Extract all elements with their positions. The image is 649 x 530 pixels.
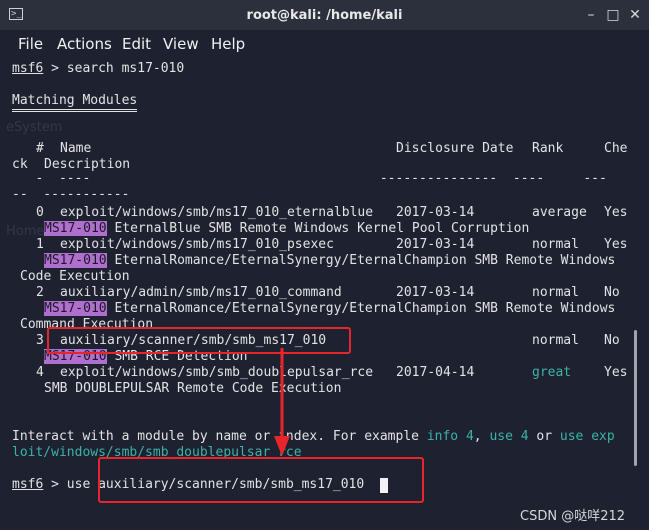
row-date: 2017-03-14 bbox=[396, 237, 475, 252]
example-use-path: use exp bbox=[559, 429, 615, 444]
row-check: Yes bbox=[604, 365, 628, 380]
header-date: Disclosure Date bbox=[396, 141, 514, 156]
row-name: exploit/windows/smb/ms17_010_psexec bbox=[60, 237, 334, 252]
row-description: MS17-010 EternalRomance/EternalSynergy/E… bbox=[44, 253, 616, 268]
row-description: SMB DOUBLEPULSAR Remote Code Execution bbox=[44, 381, 342, 396]
row-date: 2017-03-14 bbox=[396, 285, 475, 300]
row-num: 1 bbox=[36, 237, 44, 252]
header-rank: Rank bbox=[532, 141, 564, 156]
menu-view[interactable]: View bbox=[163, 35, 199, 53]
interact-hint: Interact with a module by name or index.… bbox=[12, 429, 615, 444]
search-highlight: MS17-010 bbox=[44, 301, 107, 316]
desktop-ghost-label: eSystem bbox=[6, 120, 63, 135]
row-rank: great bbox=[532, 365, 572, 380]
row-name: exploit/windows/smb/smb_doublepulsar_rce bbox=[60, 365, 374, 380]
msf-prompt: msf6 bbox=[12, 477, 44, 492]
row-rank: normal bbox=[532, 237, 579, 252]
header-rule: - ---- --------------- ---- --- bbox=[12, 171, 607, 186]
row-check: Yes bbox=[604, 205, 628, 220]
minimize-button[interactable]: – bbox=[582, 6, 600, 24]
scrollbar[interactable] bbox=[634, 330, 637, 466]
row-rank: average bbox=[532, 205, 587, 220]
row-check: Yes bbox=[604, 237, 628, 252]
header-name: Name bbox=[60, 141, 92, 156]
menu-file[interactable]: File bbox=[18, 35, 43, 53]
row-rank: normal bbox=[532, 333, 579, 348]
watermark: CSDN @哒咩212 bbox=[520, 509, 626, 524]
row-date: 2017-04-14 bbox=[396, 365, 475, 380]
msf-prompt: msf6 bbox=[12, 61, 44, 76]
window-title: root@kali: /home/kali bbox=[246, 8, 403, 23]
maximize-button[interactable]: □ bbox=[604, 6, 622, 24]
prompt-line: msf6 > search ms17-010 bbox=[12, 61, 185, 76]
section-title: Matching Modules bbox=[12, 93, 138, 112]
row-check: No bbox=[604, 285, 620, 300]
row-check: No bbox=[604, 333, 620, 348]
row-description-wrap: Code Execution bbox=[20, 269, 130, 284]
title-bar: >_ root@kali: /home/kali – □ ✕ bbox=[0, 0, 649, 30]
row-num: 2 bbox=[36, 285, 44, 300]
menu-edit[interactable]: Edit bbox=[122, 35, 151, 53]
annotation-box bbox=[47, 327, 351, 354]
row-date: 2017-03-14 bbox=[396, 205, 475, 220]
example-use: use 4 bbox=[489, 429, 529, 444]
row-description: MS17-010 EternalRomance/EternalSynergy/E… bbox=[44, 301, 616, 316]
menu-bar: File Actions Edit View Help bbox=[0, 30, 649, 58]
row-rank: normal bbox=[532, 285, 579, 300]
annotation-arrow-icon bbox=[274, 348, 290, 456]
header-num: # bbox=[36, 141, 44, 156]
header-rule: -- ----------- bbox=[12, 187, 130, 202]
row-name: auxiliary/admin/smb/ms17_010_command bbox=[60, 285, 342, 300]
row-name: exploit/windows/smb/ms17_010_eternalblue bbox=[60, 205, 374, 220]
annotation-box bbox=[98, 457, 424, 503]
row-num: 0 bbox=[36, 205, 44, 220]
menu-actions[interactable]: Actions bbox=[57, 35, 112, 53]
close-button[interactable]: ✕ bbox=[626, 6, 644, 24]
row-description: MS17-010 EternalBlue SMB Remote Windows … bbox=[44, 221, 530, 236]
header-check: Che bbox=[604, 141, 628, 156]
row-num: 4 bbox=[36, 365, 44, 380]
search-highlight: MS17-010 bbox=[44, 221, 107, 236]
search-highlight: MS17-010 bbox=[44, 253, 107, 268]
row-num: 3 bbox=[36, 333, 44, 348]
example-info: info 4 bbox=[426, 429, 474, 444]
command-text: search ms17-010 bbox=[66, 61, 185, 76]
menu-help[interactable]: Help bbox=[211, 35, 245, 53]
